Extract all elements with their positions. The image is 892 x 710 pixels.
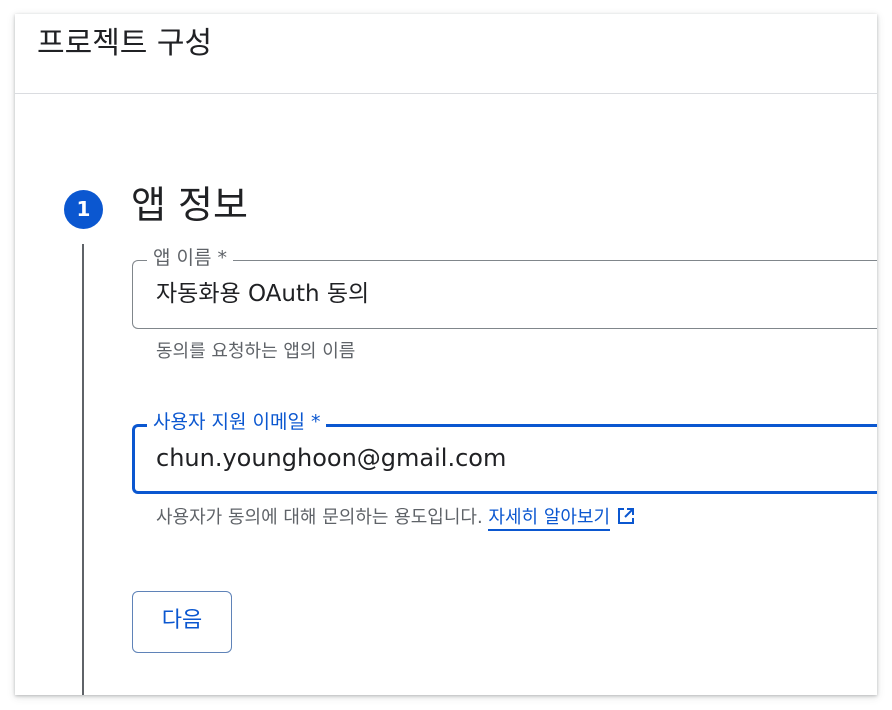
app-name-input[interactable]: 자동화용 OAuth 동의 bbox=[156, 279, 369, 309]
app-name-field[interactable]: 앱 이름 * 자동화용 OAuth 동의 bbox=[132, 246, 877, 329]
step-title: 앱 정보 bbox=[131, 183, 248, 227]
app-name-helper-text: 동의를 요청하는 앱의 이름 bbox=[156, 341, 356, 362]
step-number-badge: 1 bbox=[64, 190, 103, 229]
support-email-helper-text: 사용자가 동의에 대해 문의하는 용도입니다. 자세히 알아보기 bbox=[156, 506, 636, 531]
support-email-input[interactable]: chun.younghoon@gmail.com bbox=[156, 443, 506, 473]
support-email-helper-label: 사용자가 동의에 대해 문의하는 용도입니다. bbox=[156, 507, 483, 528]
next-button[interactable]: 다음 bbox=[132, 591, 232, 653]
learn-more-link[interactable]: 자세히 알아보기 bbox=[488, 507, 611, 531]
app-name-label: 앱 이름 * bbox=[147, 246, 234, 270]
support-email-label: 사용자 지원 이메일 * bbox=[147, 410, 327, 434]
support-email-field[interactable]: 사용자 지원 이메일 * chun.younghoon@gmail.com bbox=[132, 410, 877, 494]
page-title: 프로젝트 구성 bbox=[37, 26, 213, 61]
open-in-new-icon[interactable] bbox=[616, 506, 636, 526]
step-connector-line bbox=[82, 244, 84, 695]
project-config-panel: 프로젝트 구성 1 앱 정보 앱 이름 * 자동화용 OAuth 동의 동의를 … bbox=[15, 14, 877, 695]
panel-header: 프로젝트 구성 bbox=[15, 14, 877, 94]
